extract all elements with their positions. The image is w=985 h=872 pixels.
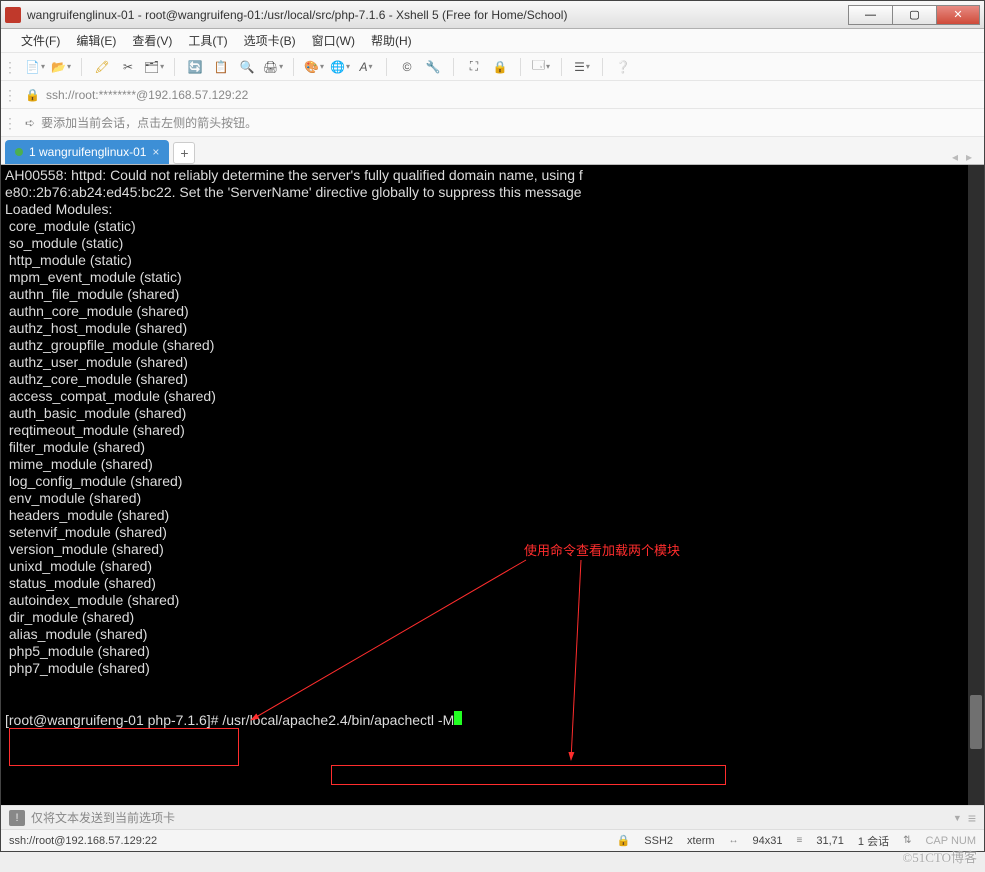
menu-item[interactable]: 编辑(E) (76, 32, 116, 49)
highlight-button[interactable]: 🖍 (92, 57, 112, 77)
menu-item[interactable]: 选项卡(B) (244, 32, 296, 49)
hint-grip[interactable] (3, 113, 9, 132)
pos-icon: ≡ (797, 835, 803, 846)
annotation-box-modules (9, 728, 239, 766)
annotation-label: 使用命令查看加载两个模块 (524, 542, 680, 559)
maximize-button[interactable]: ▢ (892, 5, 936, 25)
fullscreen-button[interactable]: ⛶ (464, 57, 484, 77)
lock-button[interactable]: 🔒 (490, 57, 510, 77)
send-menu-icon[interactable]: ≡ (968, 810, 976, 826)
help-button[interactable]: ❔ (613, 57, 633, 77)
script-button[interactable]: © (397, 57, 417, 77)
titlebar: wangruifenglinux-01 - root@wangruifeng-0… (1, 1, 984, 29)
hint-arrow-icon[interactable]: ➪ (25, 116, 35, 130)
add-tab-button[interactable]: + (173, 142, 195, 164)
tab-label: 1 wangruifenglinux-01 (29, 145, 146, 159)
send-target-icon[interactable]: ! (9, 810, 25, 826)
address-grip[interactable] (3, 85, 9, 104)
font-button[interactable]: A (356, 57, 376, 77)
menu-item[interactable]: 窗口(W) (312, 32, 355, 49)
menubar: 文件(F) 编辑(E) 查看(V) 工具(T) 选项卡(B) 窗口(W) 帮助(H) (1, 29, 984, 53)
sess-icon: ⇅ (903, 835, 911, 846)
cursor (454, 711, 462, 725)
menu-item[interactable]: 帮助(H) (371, 32, 412, 49)
tab-bar: 1 wangruifenglinux-01 × + ◂ ▸ (1, 137, 984, 165)
new-button[interactable]: 📄 (25, 57, 45, 77)
toolbar-grip[interactable] (3, 57, 9, 76)
minimize-button[interactable]: — (848, 5, 892, 25)
session-tab[interactable]: 1 wangruifenglinux-01 × (5, 140, 169, 164)
send-bar: ! 仅将文本发送到当前选项卡 ▼ ≡ (1, 805, 984, 829)
copy-button[interactable]: 📋 (211, 57, 231, 77)
app-icon (5, 7, 21, 23)
terminal-viewport[interactable]: AH00558: httpd: Could not reliably deter… (1, 165, 984, 805)
window-controls: — ▢ ✕ (848, 5, 980, 25)
menu-item[interactable]: 查看(V) (132, 32, 172, 49)
send-bar-text: 仅将文本发送到当前选项卡 (31, 809, 175, 826)
tab-close-icon[interactable]: × (152, 145, 159, 159)
status-caps: CAP NUM (925, 835, 976, 847)
send-dropdown-icon[interactable]: ▼ (953, 813, 962, 823)
tab-nav: ◂ ▸ (952, 150, 980, 164)
close-button[interactable]: ✕ (936, 5, 980, 25)
open-button[interactable]: 📂 (51, 57, 71, 77)
properties-button[interactable]: 🗂 (144, 57, 164, 77)
color-button[interactable]: 🎨 (304, 57, 324, 77)
status-dot-icon (15, 148, 23, 156)
annotation-box-command (331, 765, 726, 785)
tools-button[interactable]: 🔧 (423, 57, 443, 77)
size-icon: ↔ (729, 835, 739, 846)
reconnect-button[interactable]: 🔄 (185, 57, 205, 77)
status-bar: ssh://root@192.168.57.129:22 🔒 SSH2 xter… (1, 829, 984, 851)
hint-text: 要添加当前会话，点击左侧的箭头按钮。 (41, 114, 257, 131)
cut-button[interactable]: ✂ (118, 57, 138, 77)
window-title: wangruifenglinux-01 - root@wangruifeng-0… (27, 8, 848, 22)
menu-item[interactable]: 工具(T) (188, 32, 227, 49)
terminal-output: AH00558: httpd: Could not reliably deter… (5, 167, 980, 677)
address-text[interactable]: ssh://root:********@192.168.57.129:22 (46, 88, 248, 102)
menu-item[interactable]: 文件(F) (21, 32, 60, 49)
tabs-button[interactable]: ☰ (572, 57, 592, 77)
tab-prev-icon[interactable]: ◂ (952, 150, 958, 164)
scrollbar[interactable] (968, 165, 984, 805)
terminal-prompt-line[interactable]: [root@wangruifeng-01 php-7.1.6]# /usr/lo… (5, 711, 980, 729)
status-address: ssh://root@192.168.57.129:22 (9, 835, 603, 847)
hint-bar: ➪ 要添加当前会话，点击左侧的箭头按钮。 (1, 109, 984, 137)
print-button[interactable]: 🖨 (263, 57, 283, 77)
status-size: 94x31 (753, 835, 783, 847)
web-button[interactable]: 🌐 (330, 57, 350, 77)
status-term: xterm (687, 835, 715, 847)
status-lock-icon: 🔒 (617, 834, 631, 847)
app-window: wangruifenglinux-01 - root@wangruifeng-0… (0, 0, 985, 852)
status-sessions: 1 会话 (858, 833, 889, 849)
tab-next-icon[interactable]: ▸ (966, 150, 972, 164)
lock-icon: 🔒 (25, 88, 40, 102)
scrollbar-thumb[interactable] (970, 695, 982, 749)
address-bar: 🔒 ssh://root:********@192.168.57.129:22 (1, 81, 984, 109)
main-toolbar: 📄 📂 🖍 ✂ 🗂 🔄 📋 🔍 🖨 🎨 🌐 A © 🔧 ⛶ 🔒 🗔 ☰ ❔ (1, 53, 984, 81)
status-pos: 31,71 (816, 835, 844, 847)
find-button[interactable]: 🔍 (237, 57, 257, 77)
layout-button[interactable]: 🗔 (531, 57, 551, 77)
status-ssh: SSH2 (644, 835, 673, 847)
